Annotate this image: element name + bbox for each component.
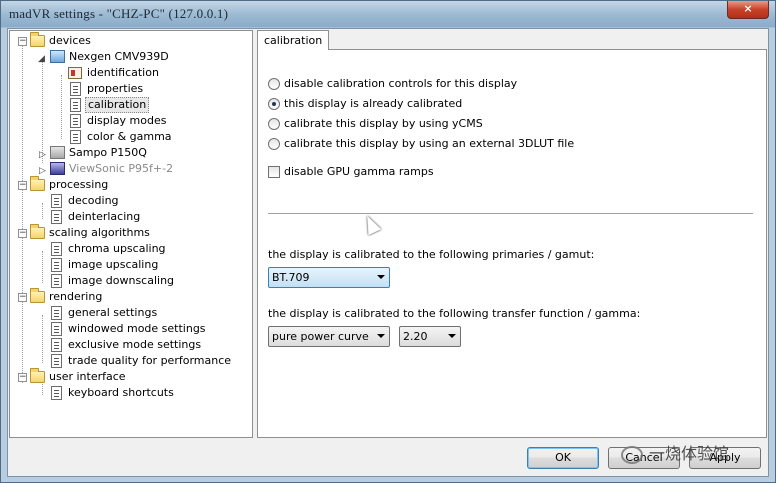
collapsed-arrow-icon[interactable]: ▷ [39,147,46,163]
tree-item-label: identification [87,66,159,79]
collapse-icon[interactable]: − [18,181,27,190]
watermark: 一烧体验馆 [621,440,729,464]
settings-panel: calibration disable calibration controls… [257,30,767,438]
radio-button[interactable] [268,98,280,110]
settings-tree[interactable]: − devices ◢ Nexgen CMV939D identificatio… [9,30,253,438]
section-divider [268,213,753,215]
tree-item-label: image downscaling [68,274,175,287]
watermark-text: 一烧体验馆 [649,444,730,463]
page-icon [51,386,62,400]
tree-connector [61,75,62,139]
radio-button[interactable] [268,78,280,90]
page-icon [51,258,62,272]
page-icon [51,306,62,320]
tree-item-label: Sampo P150Q [69,146,147,159]
transfer-function-label: the display is calibrated to the followi… [268,307,641,320]
primaries-select[interactable]: BT.709 [268,267,390,288]
chevron-down-icon [377,275,385,279]
page-icon [51,354,62,368]
tree-item-label: display modes [87,114,167,127]
tree-item-label: ViewSonic P95f+-2 [69,162,174,175]
tree-item-label: Nexgen CMV939D [69,50,169,63]
transfer-function-select[interactable]: pure power curve [268,326,390,347]
ok-button[interactable]: OK [527,447,599,469]
transfer-function-value: pure power curve [272,330,369,343]
gamma-value: 2.20 [403,330,428,343]
radio-label: calibrate this display by using an exter… [284,137,575,150]
page-icon [70,130,81,144]
folder-icon [30,288,45,303]
tree-item-label: calibration [85,97,150,113]
chevron-down-icon [377,334,385,338]
window-title: madVR settings - "CHZ-PC" (127.0.0.1) [9,6,229,21]
tree-item-label: devices [49,34,91,47]
id-card-icon [68,67,82,79]
page-icon [51,338,62,352]
tree-item-label: scaling algorithms [49,226,150,239]
monitor-icon [50,146,65,159]
tree-item-label: general settings [68,306,158,319]
tree-item-label: rendering [49,290,103,303]
page-icon [51,274,62,288]
close-button[interactable]: × [727,1,769,19]
tree-item-label: chroma upscaling [68,242,166,255]
radio-label: calibrate this display by using yCMS [284,117,483,130]
expanded-arrow-icon[interactable]: ◢ [38,51,45,67]
collapse-icon[interactable]: − [18,37,27,46]
tree-item-label: user interface [49,370,126,383]
tree-connector [22,43,23,383]
tree-item-label: image upscaling [68,258,159,271]
calibration-page: disable calibration controls for this di… [257,49,767,438]
tree-item-label: windowed mode settings [68,322,206,335]
page-icon [70,82,81,96]
gamma-select[interactable]: 2.20 [399,326,461,347]
tree-connector [42,315,43,363]
page-icon [70,114,81,128]
folder-icon [30,368,45,383]
tab-calibration[interactable]: calibration [257,30,330,50]
tree-item-label: color & gamma [87,130,172,143]
crt-monitor-icon [50,162,65,175]
radio-button[interactable] [268,118,280,130]
title-bar[interactable]: madVR settings - "CHZ-PC" (127.0.0.1) × [1,1,775,27]
page-icon [51,194,62,208]
tree-connector [42,251,43,283]
page-icon [51,322,62,336]
tree-item-label: decoding [68,194,119,207]
monitor-icon [50,50,65,63]
radio-label: this display is already calibrated [284,97,463,110]
tree-connector [42,203,43,219]
collapse-icon[interactable]: − [18,293,27,302]
radio-label: disable calibration controls for this di… [284,77,518,90]
tree-item-label: properties [87,82,144,95]
settings-window: madVR settings - "CHZ-PC" (127.0.0.1) × … [0,0,776,483]
primaries-label: the display is calibrated to the followi… [268,248,595,261]
folder-icon [30,224,45,239]
tree-item-label: trade quality for performance [68,354,232,367]
page-icon [51,210,62,224]
tree-item-label: deinterlacing [68,210,141,223]
chevron-down-icon [448,334,456,338]
page-icon [51,242,62,256]
page-icon [70,98,81,112]
primaries-value: BT.709 [272,271,310,284]
collapsed-arrow-icon[interactable]: ▷ [39,163,46,179]
tree-item-label: keyboard shortcuts [68,386,174,399]
tree-item-label: processing [49,178,109,191]
collapse-icon[interactable]: − [18,373,27,382]
folder-icon [30,176,45,191]
client-area: − devices ◢ Nexgen CMV939D identificatio… [7,28,769,477]
tree-item-label: exclusive mode settings [68,338,202,351]
checkbox-label: disable GPU gamma ramps [284,165,434,178]
radio-button[interactable] [268,138,280,150]
checkbox[interactable] [268,166,280,178]
folder-icon [30,32,45,47]
collapse-icon[interactable]: − [18,229,27,238]
wechat-logo-icon [621,445,643,464]
